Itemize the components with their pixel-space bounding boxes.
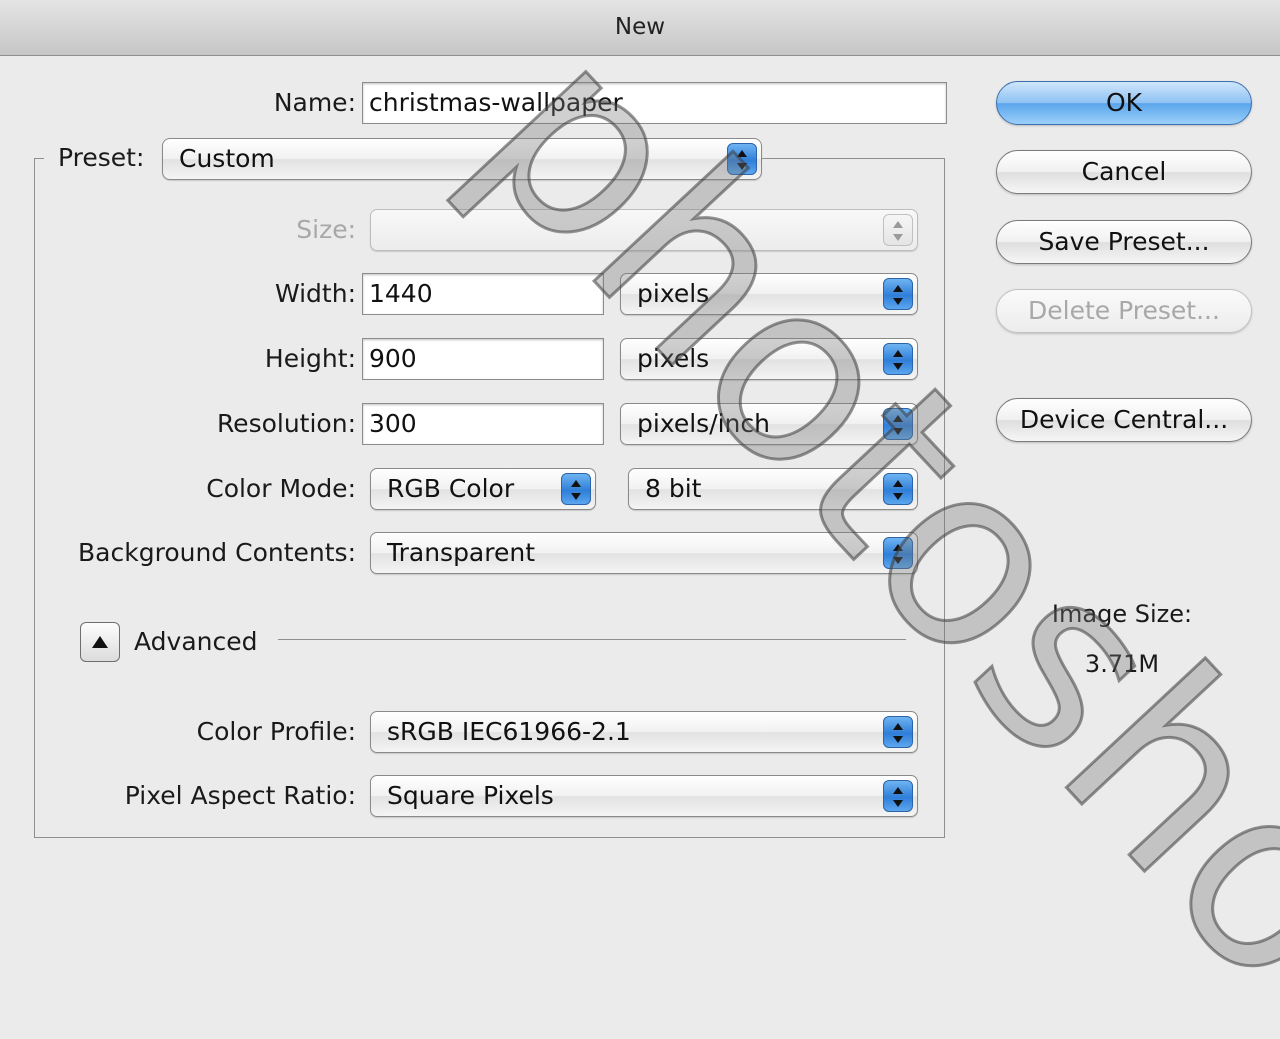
image-size-label: Image Size:	[1051, 600, 1193, 628]
preset-value: Custom	[179, 144, 275, 173]
background-select[interactable]: Transparent	[370, 532, 918, 574]
updown-arrows-icon	[883, 716, 913, 748]
window-title: New	[614, 14, 666, 40]
background-label: Background Contents:	[78, 538, 356, 567]
ok-button[interactable]: OK	[996, 81, 1252, 125]
width-label: Width:	[274, 279, 356, 308]
updown-arrows-icon	[883, 408, 913, 440]
width-field[interactable]: 1440	[362, 273, 604, 315]
color-profile-select[interactable]: sRGB IEC61966-2.1	[370, 711, 918, 753]
height-unit-select[interactable]: pixels	[620, 338, 918, 380]
color-mode-label: Color Mode:	[206, 474, 356, 503]
pixel-aspect-value: Square Pixels	[387, 781, 554, 810]
background-value: Transparent	[387, 538, 536, 567]
updown-arrows-icon	[561, 473, 591, 505]
updown-arrows-icon	[883, 343, 913, 375]
resolution-unit-value: pixels/inch	[637, 409, 770, 438]
updown-arrows-icon	[883, 214, 913, 246]
name-field[interactable]: christmas-wallpaper	[362, 82, 947, 124]
pixel-aspect-select[interactable]: Square Pixels	[370, 775, 918, 817]
color-profile-label: Color Profile:	[196, 717, 356, 746]
title-bar: New	[0, 0, 1280, 56]
triangle-up-icon	[92, 636, 108, 648]
bit-depth-value: 8 bit	[645, 474, 702, 503]
resolution-field[interactable]: 300	[362, 403, 604, 445]
preset-select[interactable]: Custom	[162, 138, 762, 180]
pixel-aspect-label: Pixel Aspect Ratio:	[124, 781, 356, 810]
height-label: Height:	[264, 344, 356, 373]
color-mode-select[interactable]: RGB Color	[370, 468, 596, 510]
updown-arrows-icon	[883, 537, 913, 569]
delete-preset-button: Delete Preset...	[996, 289, 1252, 333]
height-field[interactable]: 900	[362, 338, 604, 380]
width-unit-select[interactable]: pixels	[620, 273, 918, 315]
updown-arrows-icon	[883, 473, 913, 505]
save-preset-button[interactable]: Save Preset...	[996, 220, 1252, 264]
resolution-unit-select[interactable]: pixels/inch	[620, 403, 918, 445]
height-unit-value: pixels	[637, 344, 710, 373]
size-select	[370, 209, 918, 251]
name-label: Name:	[273, 88, 356, 117]
bit-depth-select[interactable]: 8 bit	[628, 468, 918, 510]
color-profile-value: sRGB IEC61966-2.1	[387, 717, 631, 746]
advanced-divider	[278, 639, 906, 640]
advanced-disclosure-button[interactable]	[80, 622, 120, 662]
image-size-value: 3.71M	[1084, 650, 1160, 678]
resolution-label: Resolution:	[216, 409, 356, 438]
updown-arrows-icon	[727, 143, 757, 175]
size-label: Size:	[296, 215, 356, 244]
device-central-button[interactable]: Device Central...	[996, 398, 1252, 442]
color-mode-value: RGB Color	[387, 474, 515, 503]
advanced-label: Advanced	[134, 627, 258, 656]
updown-arrows-icon	[883, 780, 913, 812]
updown-arrows-icon	[883, 278, 913, 310]
width-unit-value: pixels	[637, 279, 710, 308]
cancel-button[interactable]: Cancel	[996, 150, 1252, 194]
